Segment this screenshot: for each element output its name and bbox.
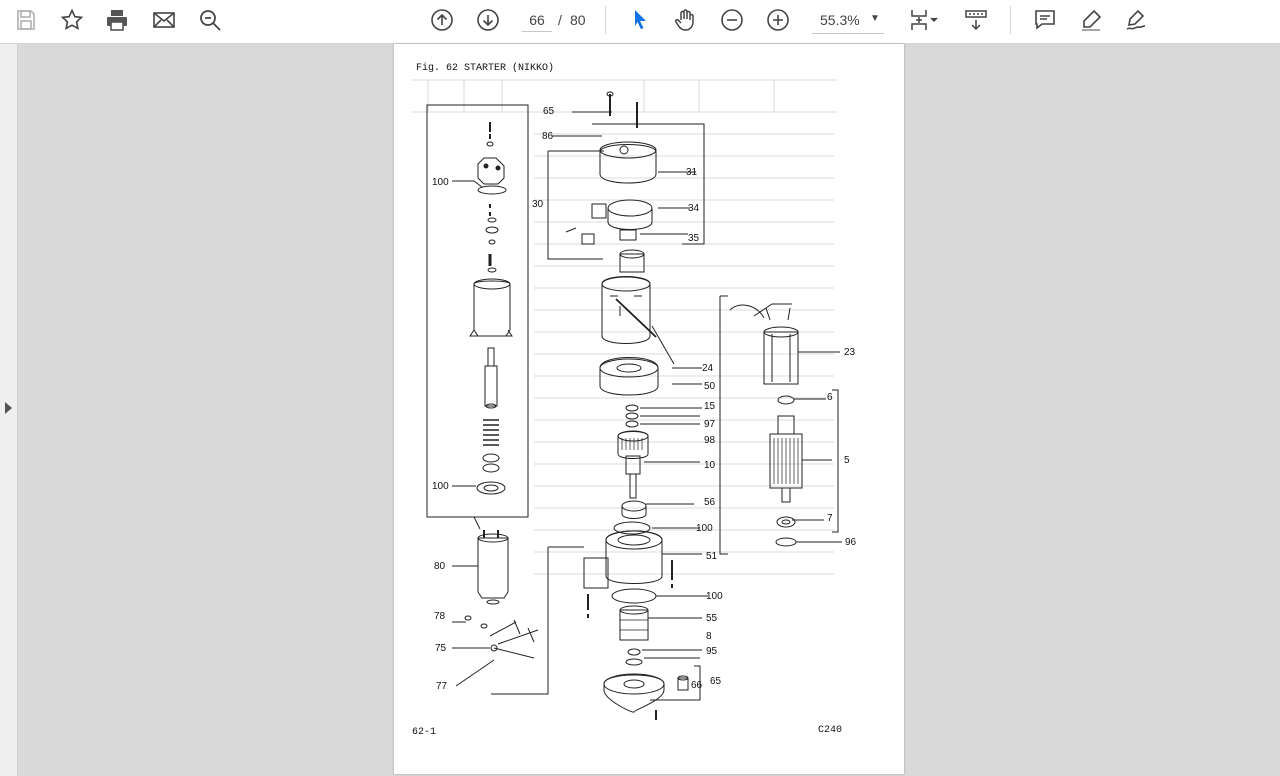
callout-label: 35 — [688, 233, 700, 244]
callout-label: 96 — [845, 537, 857, 548]
callout-label: 86 — [542, 131, 554, 142]
left-panel-toggle[interactable] — [0, 44, 18, 776]
highlight-pen-icon[interactable] — [1073, 4, 1109, 36]
sign-icon[interactable] — [1118, 4, 1154, 36]
callout-label: 51 — [706, 551, 718, 562]
callout-label: 78 — [434, 611, 446, 622]
scroll-mode-icon[interactable] — [958, 4, 994, 36]
callout-label: 65 — [710, 676, 722, 687]
zoom-value: 55.3% — [820, 12, 860, 28]
callout-label: 66 — [691, 680, 703, 691]
expand-arrow-icon — [5, 402, 12, 414]
callout-label: 100 — [432, 177, 449, 188]
page-separator: / — [558, 12, 562, 28]
page-number-input[interactable] — [522, 8, 552, 32]
zoom-out-icon[interactable] — [714, 4, 750, 36]
callout-label: 50 — [704, 381, 716, 392]
page-down-icon[interactable] — [470, 4, 506, 36]
select-pointer-icon[interactable] — [622, 4, 658, 36]
callout-label: 7 — [827, 513, 833, 524]
callout-label: 30 — [532, 199, 544, 210]
zoom-select[interactable]: 55.3% ▼ — [812, 6, 884, 34]
zoom-in-icon[interactable] — [760, 4, 796, 36]
callout-label: 31 — [686, 167, 698, 178]
exploded-parts-diagram — [412, 79, 842, 720]
callout-label: 8 — [706, 631, 712, 642]
email-icon[interactable] — [146, 4, 182, 36]
callout-label: 75 — [435, 643, 447, 654]
zoom-search-icon[interactable] — [192, 4, 228, 36]
comment-icon[interactable] — [1027, 4, 1063, 36]
page-up-icon[interactable] — [424, 4, 460, 36]
callout-label: 100 — [696, 523, 713, 534]
callout-label: 23 — [844, 347, 856, 358]
page-footer-left: 62-1 — [412, 727, 437, 738]
callout-label: 10 — [704, 460, 716, 471]
divider — [1010, 6, 1011, 34]
document-viewport[interactable]: Fig. 62 STARTER (NIKKO) 65 86 31 30 34 3… — [18, 44, 1280, 776]
callout-label: 97 — [704, 419, 716, 430]
callout-label: 6 — [827, 392, 833, 403]
hand-pan-icon[interactable] — [667, 4, 703, 36]
callout-label: 24 — [702, 363, 714, 374]
chevron-down-icon: ▼ — [870, 13, 880, 24]
bookmark-star-icon[interactable] — [54, 4, 90, 36]
callout-label: 56 — [704, 497, 716, 508]
page-total: 80 — [570, 12, 586, 28]
callout-label: 5 — [844, 455, 850, 466]
page-footer-right: C240 — [818, 725, 843, 736]
fit-page-icon[interactable] — [902, 4, 944, 36]
divider — [605, 6, 606, 34]
save-icon[interactable] — [8, 4, 44, 36]
callout-label: 77 — [436, 681, 448, 692]
callout-label: 100 — [706, 591, 723, 602]
print-icon[interactable] — [99, 4, 135, 36]
callout-label: 95 — [706, 646, 718, 657]
callout-label: 65 — [543, 106, 555, 117]
callout-label: 98 — [704, 435, 716, 446]
callout-label: 34 — [688, 203, 700, 214]
callout-label: 55 — [706, 613, 718, 624]
pdf-page: Fig. 62 STARTER (NIKKO) 65 86 31 30 34 3… — [394, 44, 904, 774]
callout-label: 80 — [434, 561, 446, 572]
callout-label: 100 — [432, 481, 449, 492]
callout-label: 15 — [704, 401, 716, 412]
toolbar: / 80 55.3% ▼ — [0, 0, 1280, 44]
